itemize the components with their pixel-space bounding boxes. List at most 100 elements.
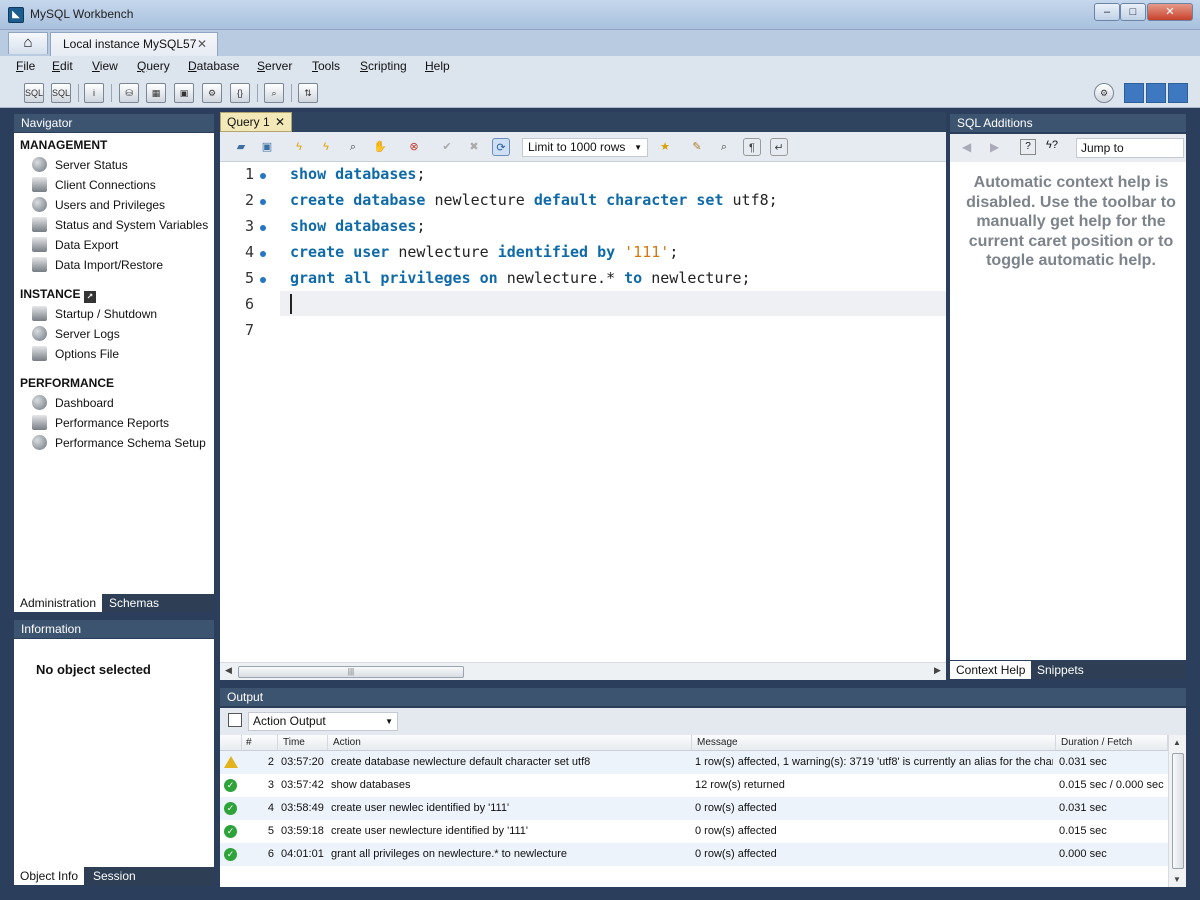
connection-tab[interactable]: Local instance MySQL57 ✕ <box>50 32 218 56</box>
reconnect-icon[interactable]: ⇅ <box>298 83 318 103</box>
cell-duration: 0.015 sec / 0.000 sec <box>1059 779 1164 791</box>
instance-section-title: INSTANCE ↗ <box>20 287 96 303</box>
nav-dashboard[interactable]: Dashboard <box>32 394 114 412</box>
menu-tools[interactable]: Tools <box>312 59 340 73</box>
column-header-action[interactable]: Action <box>328 735 692 751</box>
minimize-button[interactable]: – <box>1094 3 1120 21</box>
toggle-secondary-sidebar-button[interactable] <box>1168 83 1188 103</box>
close-query-tab-icon[interactable]: ✕ <box>275 113 285 131</box>
forward-icon[interactable]: ▶ <box>990 140 999 154</box>
create-schema-icon[interactable]: ⛁ <box>119 83 139 103</box>
scroll-right-icon[interactable]: ▶ <box>934 665 941 676</box>
rollback-icon[interactable]: ✖ <box>465 138 483 156</box>
beautify-icon[interactable]: ✎ <box>688 138 706 156</box>
save-icon[interactable]: ▣ <box>258 138 276 156</box>
tab-snippets[interactable]: Snippets <box>1031 661 1090 679</box>
auto-help-icon[interactable]: ϟ? <box>1046 139 1058 151</box>
tab-schemas[interactable]: Schemas <box>103 594 165 612</box>
scroll-down-icon[interactable]: ▼ <box>1173 875 1181 884</box>
inspector-icon[interactable]: i <box>84 83 104 103</box>
table-row[interactable]: ✓ 3 03:57:42 show databases 12 row(s) return… <box>220 774 1168 797</box>
menu-view[interactable]: View <box>92 59 118 73</box>
table-row[interactable]: ✓ 4 03:58:49 create user newlec identified … <box>220 797 1168 820</box>
toggle-error-stop-icon[interactable]: ⊗ <box>405 138 423 156</box>
tab-object-info[interactable]: Object Info <box>14 867 85 885</box>
home-tab-button[interactable]: ⌂ <box>8 32 48 54</box>
open-sql-script-icon[interactable]: SQL <box>51 83 71 103</box>
nav-server-status[interactable]: Server Status <box>32 156 128 174</box>
column-header-number[interactable]: # <box>242 735 278 751</box>
editor-horizontal-scrollbar[interactable]: ◀ ||| ▶ <box>220 662 946 680</box>
explain-icon[interactable]: ⌕ <box>344 138 362 156</box>
manual-help-icon[interactable]: ? <box>1020 139 1036 155</box>
autocommit-icon[interactable]: ⟳ <box>492 138 510 156</box>
commit-icon[interactable]: ✔ <box>438 138 456 156</box>
invisible-chars-icon[interactable]: ¶ <box>743 138 761 156</box>
cell-message: 0 row(s) affected <box>695 802 777 814</box>
open-file-icon[interactable]: ▰ <box>232 138 250 156</box>
output-header: Output <box>220 688 1186 706</box>
nav-options-file[interactable]: Options File <box>32 345 119 363</box>
back-icon[interactable]: ◀ <box>962 140 971 154</box>
nav-client-connections[interactable]: Client Connections <box>32 176 156 194</box>
nav-startup-shutdown[interactable]: Startup / Shutdown <box>32 305 157 323</box>
query-tab[interactable]: Query 1 ✕ <box>220 112 292 132</box>
column-header-time[interactable]: Time <box>278 735 328 751</box>
nav-item-label: Data Export <box>55 238 119 252</box>
create-view-icon[interactable]: ▣ <box>174 83 194 103</box>
execute-current-icon[interactable]: ϟ <box>317 138 335 156</box>
sql-editor[interactable]: 1 show databases; 2 create database newlect… <box>220 162 946 662</box>
table-row[interactable]: 2 03:57:20 create database newlecture defa… <box>220 751 1168 774</box>
add-snippet-icon[interactable]: ★ <box>656 138 674 156</box>
search-table-data-icon[interactable]: ⌕ <box>264 83 284 103</box>
nav-performance-reports[interactable]: Performance Reports <box>32 414 169 432</box>
close-window-button[interactable]: ✕ <box>1147 3 1193 21</box>
menu-edit[interactable]: Edit <box>52 59 73 73</box>
nav-users-and-privileges[interactable]: Users and Privileges <box>32 196 165 214</box>
tab-session[interactable]: Session <box>87 867 142 885</box>
output-type-select[interactable]: Action Output ▼ <box>248 712 398 731</box>
create-function-icon[interactable]: {} <box>230 83 250 103</box>
execute-icon[interactable]: ϟ <box>290 138 308 156</box>
maximize-button[interactable]: □ <box>1120 3 1146 21</box>
nav-data-export[interactable]: Data Export <box>32 236 118 254</box>
settings-icon[interactable]: ⚙ <box>1094 83 1114 103</box>
nav-performance-schema-setup[interactable]: Performance Schema Setup <box>32 434 206 452</box>
instance-info-icon[interactable]: ↗ <box>83 291 96 303</box>
tab-context-help[interactable]: Context Help <box>950 661 1032 679</box>
menu-file[interactable]: File <box>16 59 35 73</box>
scroll-up-icon[interactable]: ▲ <box>1173 738 1181 747</box>
jump-to-select[interactable]: Jump to <box>1076 138 1184 158</box>
toggle-output-button[interactable] <box>1146 83 1166 103</box>
column-header-message[interactable]: Message <box>692 735 1056 751</box>
menu-bar: File Edit View Query Database Server Too… <box>0 56 1200 78</box>
statement-marker-icon <box>260 199 266 205</box>
word-wrap-icon[interactable]: ↵ <box>770 138 788 156</box>
nav-server-logs[interactable]: Server Logs <box>32 325 120 343</box>
scrollbar-thumb[interactable] <box>1172 753 1184 869</box>
create-table-icon[interactable]: ▦ <box>146 83 166 103</box>
find-icon[interactable]: ⌕ <box>715 138 733 156</box>
menu-scripting[interactable]: Scripting <box>360 59 407 73</box>
stop-icon[interactable]: ✋ <box>371 138 389 156</box>
column-header-duration[interactable]: Duration / Fetch <box>1056 735 1168 751</box>
limit-rows-select[interactable]: Limit to 1000 rows ▼ <box>522 138 648 157</box>
table-row[interactable]: ✓ 6 04:01:01 grant all privileges on newlec… <box>220 843 1168 866</box>
copy-output-icon[interactable] <box>228 713 242 727</box>
scrollbar-thumb[interactable]: ||| <box>238 666 464 678</box>
close-tab-icon[interactable]: ✕ <box>197 33 207 55</box>
sql-additions-header: SQL Additions <box>950 114 1186 132</box>
menu-query[interactable]: Query <box>137 59 170 73</box>
menu-database[interactable]: Database <box>188 59 239 73</box>
nav-data-import-restore[interactable]: Data Import/Restore <box>32 256 163 274</box>
table-row[interactable]: ✓ 5 03:59:18 create user newlecture identif… <box>220 820 1168 843</box>
nav-status-and-system-variables[interactable]: Status and System Variables <box>32 216 208 234</box>
toggle-sidebar-button[interactable] <box>1124 83 1144 103</box>
tab-administration[interactable]: Administration <box>14 594 103 612</box>
output-vertical-scrollbar[interactable]: ▲ ▼ <box>1168 735 1186 887</box>
scroll-left-icon[interactable]: ◀ <box>225 665 232 676</box>
new-sql-tab-icon[interactable]: SQL <box>24 83 44 103</box>
create-procedure-icon[interactable]: ⚙ <box>202 83 222 103</box>
menu-server[interactable]: Server <box>257 59 292 73</box>
menu-help[interactable]: Help <box>425 59 450 73</box>
